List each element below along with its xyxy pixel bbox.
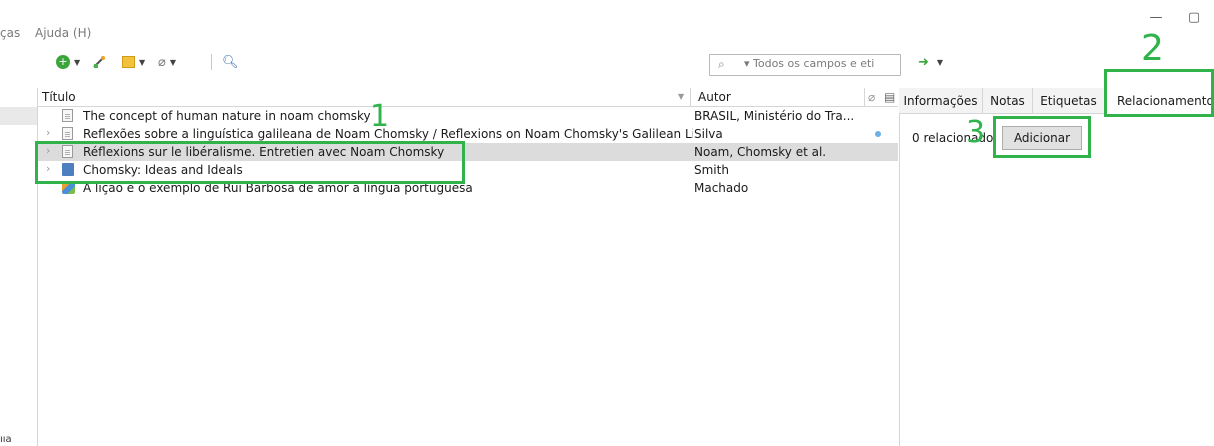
column-header-author[interactable]: Autor: [698, 90, 731, 104]
magnifier-icon: 🔍︎: [222, 54, 239, 70]
chevron-down-icon: ▼: [74, 57, 81, 67]
green-arrow-icon: ➜: [918, 54, 929, 70]
menu-help[interactable]: Ajuda (H): [35, 26, 91, 40]
paperclip-icon: ⌀: [158, 54, 166, 70]
attachment-column-icon[interactable]: ⌀: [868, 90, 875, 104]
row-author: Noam, Chomsky et al.: [694, 145, 827, 159]
chevron-down-icon: ▼: [169, 57, 176, 67]
row-author: Silva: [694, 127, 723, 141]
restore-button[interactable]: ▢: [1181, 6, 1207, 28]
collection-selected-row[interactable]: [0, 107, 37, 125]
annotation-box-2: [1104, 69, 1214, 117]
tab-tags[interactable]: Etiquetas: [1033, 88, 1105, 114]
row-author: Smith: [694, 163, 729, 177]
add-by-identifier-button[interactable]: [92, 51, 106, 73]
advanced-search-button[interactable]: 🔍︎: [222, 51, 239, 73]
minimize-button[interactable]: —: [1143, 6, 1169, 28]
table-row[interactable]: The concept of human nature in noam chom…: [38, 107, 898, 125]
new-item-button[interactable]: + ▼: [56, 51, 80, 73]
document-icon: [62, 127, 76, 141]
add-attachment-button[interactable]: ⌀ ▼: [158, 51, 176, 73]
menu-partial-item[interactable]: ças: [0, 26, 20, 40]
row-author: BRASIL, Ministério do Tra...: [694, 109, 855, 123]
annotation-box-1: [35, 141, 465, 184]
annotation-number-1: 1: [370, 99, 390, 134]
locate-button[interactable]: ➜ ▼: [918, 51, 943, 73]
clipped-label: ııa: [0, 434, 12, 445]
row-author: Machado: [694, 181, 749, 195]
items-list-header: Título ▼ Autor ⌀ ▤: [38, 88, 898, 107]
sort-descending-icon: ▼: [678, 92, 685, 101]
unread-dot-icon: [875, 131, 881, 137]
note-icon: [122, 56, 135, 68]
annotation-box-3: [993, 116, 1091, 158]
new-note-button[interactable]: ▼: [122, 51, 145, 73]
magic-wand-icon: [92, 55, 106, 69]
expand-chevron-icon[interactable]: ›: [46, 126, 50, 139]
tab-notes[interactable]: Notas: [983, 88, 1033, 114]
chevron-down-icon: ▼: [936, 57, 944, 67]
annotation-number-2: 2: [1141, 28, 1164, 69]
search-input[interactable]: ⌕ ▾ Todos os campos e eti: [709, 54, 901, 76]
document-icon: [62, 109, 76, 123]
search-placeholder: ▾ Todos os campos e eti: [744, 57, 875, 70]
tab-info[interactable]: Informações: [899, 88, 983, 114]
search-icon: ⌕: [718, 57, 725, 71]
annotation-number-3: 3: [966, 115, 986, 150]
notes-column-icon[interactable]: ▤: [884, 90, 895, 104]
toolbar: + ▼ ▼ ⌀ ▼ 🔍︎ ➜ ▼: [0, 48, 1214, 78]
plus-circle-icon: +: [56, 55, 70, 69]
chevron-down-icon: ▼: [139, 57, 146, 67]
column-header-title[interactable]: Título: [42, 90, 76, 104]
collections-pane[interactable]: [0, 88, 38, 446]
